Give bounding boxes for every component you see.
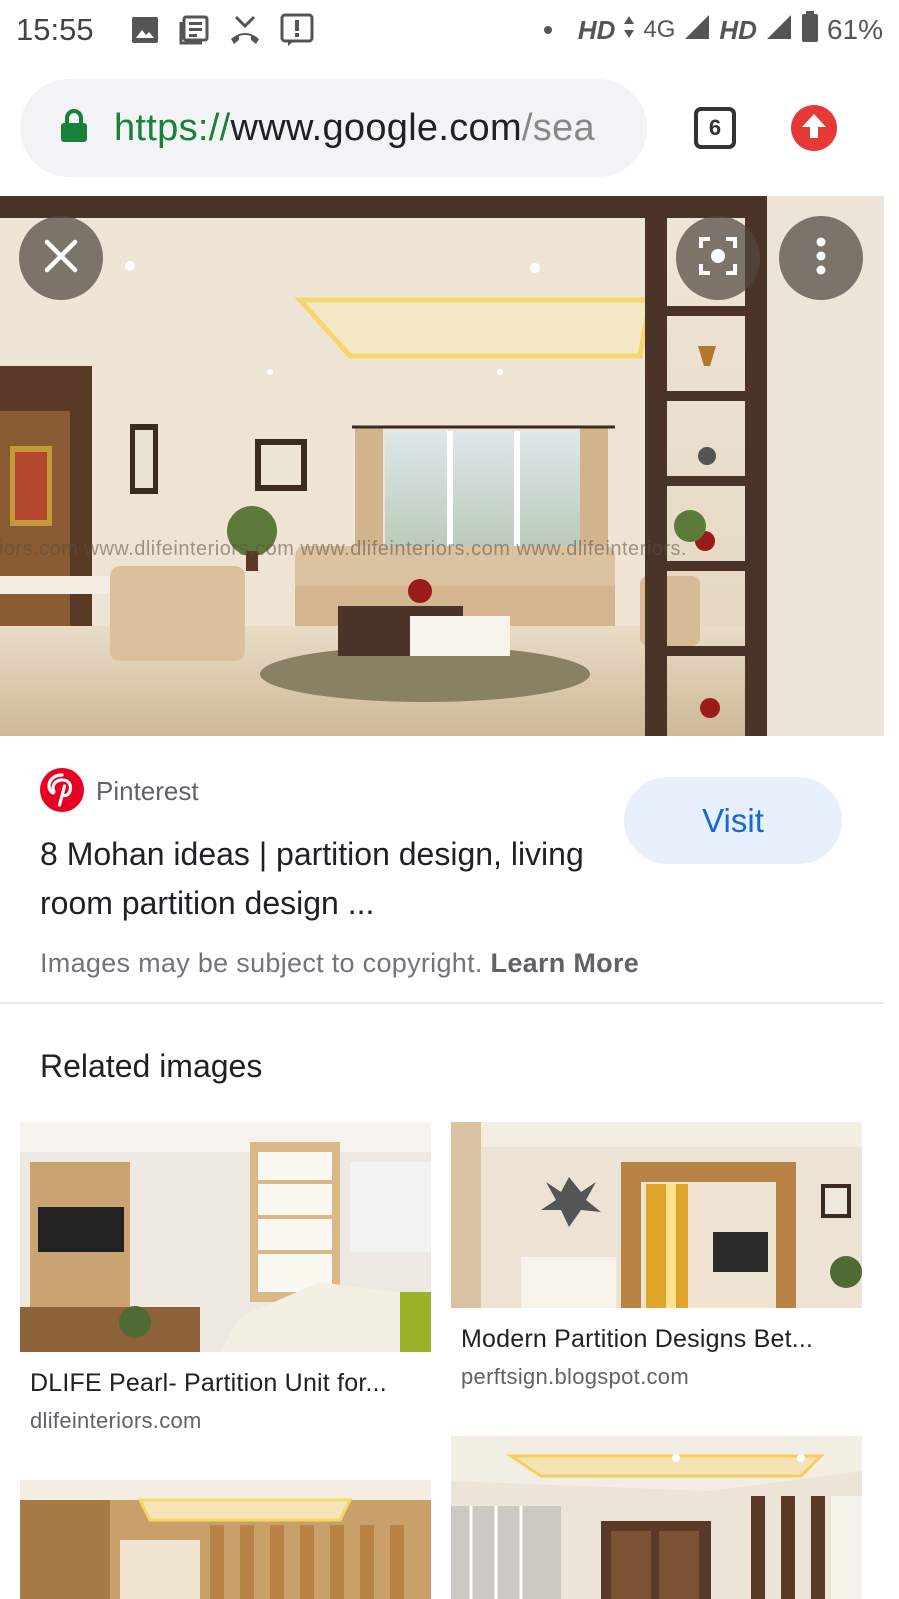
hd-label: HD (577, 14, 616, 45)
lens-icon (698, 236, 738, 281)
copyright-notice: Images may be subject to copyright. Lear… (40, 948, 639, 979)
hd-label-2: HD (719, 14, 757, 45)
related-domain-1: dlifeinteriors.com (30, 1408, 202, 1433)
related-image-3[interactable] (20, 1480, 431, 1599)
battery-icon (801, 10, 819, 50)
url-host: www.google.com (230, 107, 522, 149)
notification-icons (130, 12, 314, 48)
status-time: 15:55 (16, 12, 94, 47)
related-image-1[interactable] (20, 1122, 431, 1352)
related-images-heading: Related images (40, 1048, 263, 1084)
related-domain-2: perftsign.blogspot.com (461, 1364, 689, 1389)
news-icon (178, 14, 210, 46)
copyright-text: Images may be subject to copyright. (40, 948, 483, 978)
missed-call-icon (228, 14, 262, 46)
pinterest-logo-icon (40, 768, 84, 812)
source-name[interactable]: Pinterest (96, 776, 199, 807)
network-type: 4G (643, 16, 676, 43)
related-title-2[interactable]: Modern Partition Designs Bet... (461, 1325, 856, 1354)
more-options-button[interactable] (779, 216, 863, 300)
preview-image[interactable]: eriors.com www.dlifeinteriors.com www.dl… (0, 196, 884, 736)
related-image-4[interactable] (451, 1436, 862, 1599)
battery-percent: 61% (826, 14, 883, 45)
lock-icon[interactable] (60, 109, 88, 148)
url-text[interactable]: https://www.google.com/sea (114, 107, 644, 150)
signal-icon (683, 13, 711, 48)
status-bar: 15:55 HD 4G HD 61% (0, 0, 899, 60)
close-icon (43, 238, 79, 279)
related-image-2[interactable] (451, 1122, 862, 1308)
data-arrows-icon (623, 14, 635, 47)
more-vert-icon (815, 236, 827, 281)
result-title[interactable]: 8 Mohan ideas | partition design, living… (40, 830, 610, 928)
image-watermark: eriors.com www.dlifeinteriors.com www.dl… (0, 538, 688, 560)
url-scheme: https:// (114, 107, 231, 149)
visit-button[interactable]: Visit (624, 777, 842, 864)
learn-more-link[interactable]: Learn More (491, 948, 640, 978)
update-button[interactable] (791, 105, 837, 151)
lens-button[interactable] (676, 216, 760, 300)
gallery-icon (130, 15, 160, 45)
system-status: HD 4G HD 61% (543, 10, 883, 50)
dot-indicator (543, 26, 552, 34)
browser-toolbar: https://www.google.com/sea 6 (0, 62, 899, 194)
url-bar[interactable]: https://www.google.com/sea (20, 79, 647, 177)
result-info: Pinterest 8 Mohan ideas | partition desi… (0, 738, 884, 1004)
signal-icon-2 (765, 13, 793, 48)
arrow-up-icon (801, 112, 827, 145)
related-title-1[interactable]: DLIFE Pearl- Partition Unit for... (30, 1369, 425, 1398)
close-button[interactable] (19, 216, 103, 300)
url-path: /sea (521, 107, 595, 149)
tab-switcher-button[interactable]: 6 (694, 107, 736, 149)
alert-icon (280, 13, 314, 47)
